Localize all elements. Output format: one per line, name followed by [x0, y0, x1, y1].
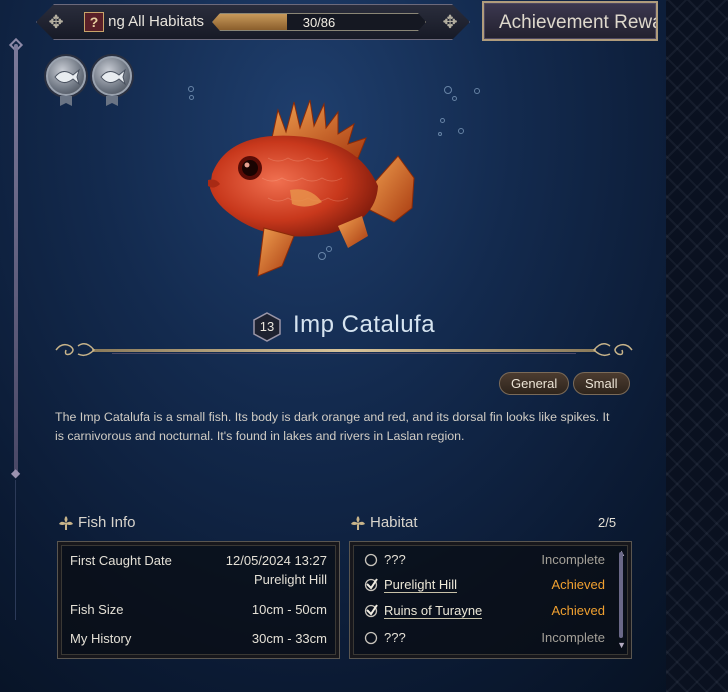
habitat-status: Incomplete: [541, 630, 605, 645]
scroll-bottom-ornament: ◆: [11, 466, 21, 480]
habitat-status: Achieved: [551, 577, 605, 592]
help-icon[interactable]: ?: [84, 12, 104, 32]
silver-fish-medal-icon[interactable]: [46, 56, 86, 96]
silver-fish-medal-icon[interactable]: [92, 56, 132, 96]
title-ornament: [55, 343, 633, 357]
check-circle-icon: [364, 578, 378, 592]
habitat-name[interactable]: Purelight Hill: [384, 577, 457, 593]
fleur-icon: [351, 515, 365, 530]
bubble: [474, 88, 480, 94]
fish-size-value: 10cm - 50cm: [251, 602, 327, 617]
habitat-name[interactable]: Ruins of Turayne: [384, 603, 483, 619]
habitat-count: 2/5: [598, 515, 617, 530]
decorative-side-pattern: [666, 0, 728, 692]
fish-illustration: [208, 99, 415, 277]
bubble: [189, 95, 194, 100]
prev-arrow-icon[interactable]: ✥: [46, 12, 66, 32]
bubble: [438, 132, 442, 136]
bubble: [458, 128, 464, 134]
empty-circle-icon: [364, 553, 378, 567]
progress-track: 30/86: [212, 13, 426, 31]
progress-label: Finding All Habitats: [108, 13, 204, 30]
divider-line: [15, 480, 16, 620]
first-caught-date: 12/05/2024 13:27: [225, 553, 327, 568]
habitat-name: ???: [384, 630, 406, 645]
habitat-name: ???: [384, 552, 406, 567]
tag-size: Small: [573, 372, 630, 395]
fish-info-title: Fish Info: [78, 514, 136, 531]
bubble: [444, 86, 452, 94]
habitat-row[interactable]: Purelight Hill Achieved: [364, 576, 605, 596]
achievement-rewards-label: Achievement Rewards: [499, 12, 656, 33]
fish-info-heading: Fish Info: [58, 514, 136, 531]
bubble: [188, 86, 194, 92]
fleur-icon: [59, 515, 73, 530]
fish-description: The Imp Catalufa is a small fish. Its bo…: [55, 410, 610, 443]
fish-name: Imp Catalufa: [293, 311, 436, 338]
habitat-row[interactable]: Ruins of Turayne Achieved: [364, 602, 605, 622]
habitat-scrollbar[interactable]: [619, 552, 623, 638]
achievement-rewards-button[interactable]: Achievement Rewards: [482, 1, 658, 41]
habitat-row[interactable]: ??? Incomplete: [364, 629, 605, 649]
habitat-panel: ??? Incomplete Purelight Hill Achieved R…: [349, 541, 632, 659]
bubble: [452, 96, 457, 101]
next-arrow-icon[interactable]: ✥: [440, 12, 460, 32]
habitat-row[interactable]: ??? Incomplete: [364, 551, 605, 571]
habitat-heading: Habitat: [350, 514, 418, 531]
first-caught-label: First Caught Date: [70, 553, 172, 568]
first-caught-row: First Caught Date 12/05/2024 13:27: [70, 553, 327, 568]
habitat-status: Achieved: [551, 603, 605, 618]
fish-info-panel: First Caught Date 12/05/2024 13:27 Purel…: [57, 541, 340, 659]
habitat-status: Incomplete: [541, 552, 605, 567]
fish-level: 13: [259, 319, 275, 334]
fish-size-label: Fish Size: [70, 602, 124, 617]
first-caught-place: Purelight Hill: [254, 572, 327, 587]
tag-general: General: [499, 372, 570, 395]
scroll-down-icon[interactable]: ▼: [617, 640, 626, 650]
habitat-progress-bar: ✥ ? Finding All Habitats 30/86 ✥: [36, 4, 470, 40]
my-history-value: 30cm - 33cm: [251, 631, 327, 646]
my-history-label: My History: [70, 631, 132, 646]
check-circle-icon: [364, 604, 378, 618]
fish-size-row: Fish Size 10cm - 50cm: [70, 602, 327, 617]
habitat-title: Habitat: [370, 514, 418, 531]
empty-circle-icon: [364, 631, 378, 645]
bubble: [440, 118, 445, 123]
my-history-row: My History 30cm - 33cm: [70, 631, 327, 646]
progress-count: 30/86: [302, 15, 336, 30]
page-scrollbar[interactable]: [14, 44, 18, 474]
